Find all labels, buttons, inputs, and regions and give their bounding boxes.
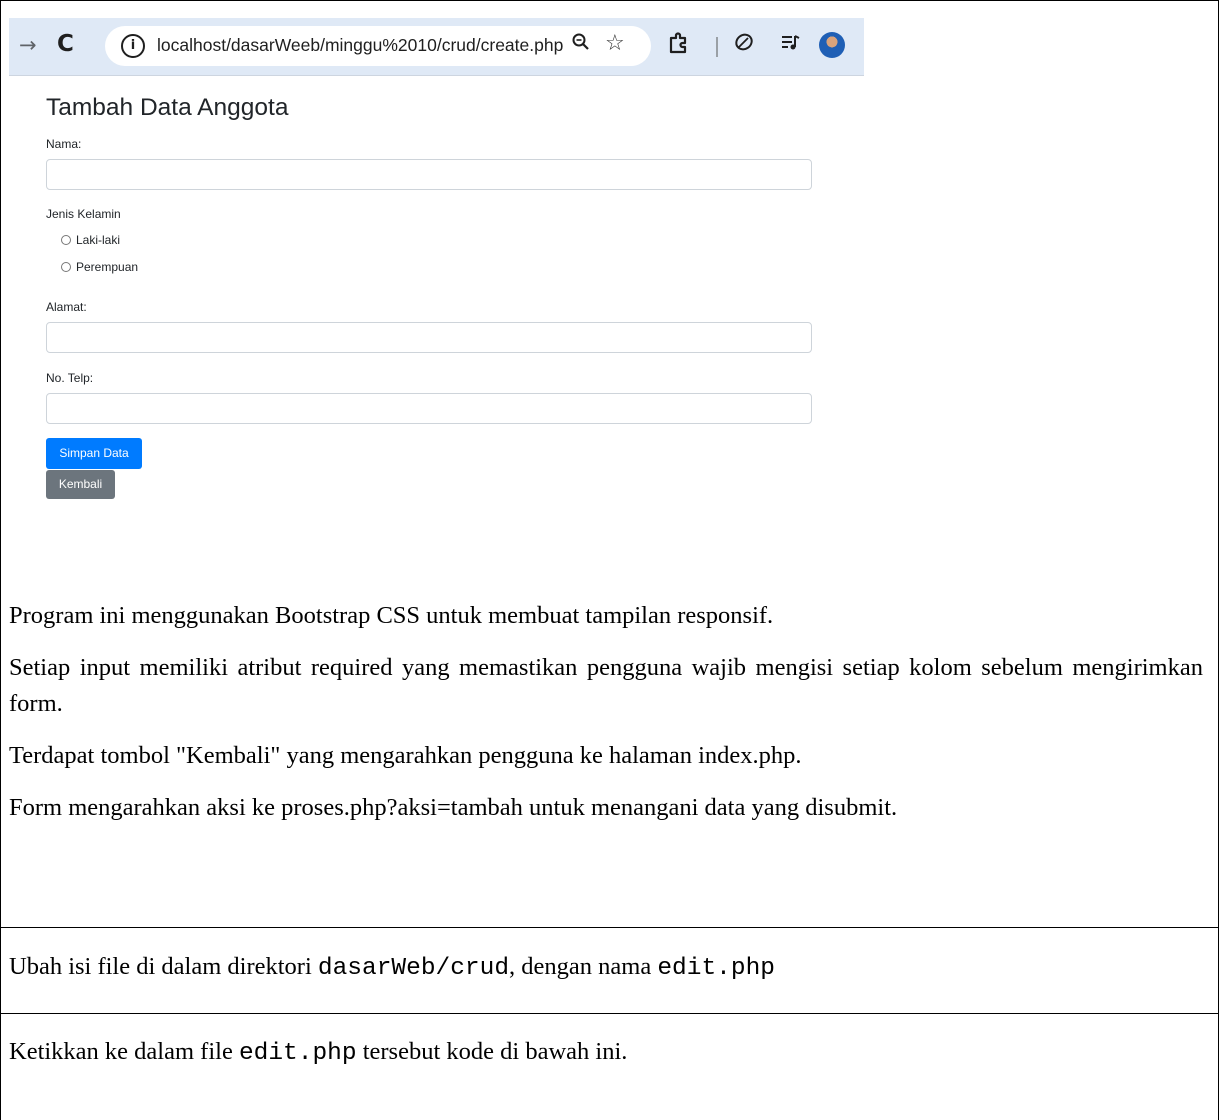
paragraph-required: Setiap input memiliki atribut required y… xyxy=(9,654,1203,717)
radio-label: Perempuan xyxy=(76,260,139,274)
paragraph-kembali: Terdapat tombol "Kembali" yang mengarahk… xyxy=(9,742,802,769)
step-text: Ketikkan ke dalam file xyxy=(9,1038,239,1065)
step-text: tersebut kode di bawah ini. xyxy=(356,1038,628,1065)
save-button[interactable]: Simpan Data xyxy=(46,438,142,469)
url-text[interactable]: localhost/dasarWeeb/minggu%2010/crud/cre… xyxy=(157,35,563,56)
back-button[interactable]: Kembali xyxy=(46,470,115,499)
reload-icon[interactable]: C xyxy=(57,31,74,57)
alamat-label: Alamat: xyxy=(46,300,87,314)
filename-code: edit.php xyxy=(238,1040,357,1067)
info-icon[interactable]: i xyxy=(121,34,145,58)
gender-label: Jenis Kelamin xyxy=(46,207,121,221)
extensions-icon[interactable] xyxy=(667,32,689,60)
step-text: Ubah isi file di dalam direktori xyxy=(9,953,318,980)
table-divider xyxy=(0,1013,1219,1014)
radio-button[interactable] xyxy=(61,235,71,245)
radio-button[interactable] xyxy=(61,262,71,272)
avatar[interactable] xyxy=(819,32,845,58)
radio-label: Laki-laki xyxy=(76,233,121,247)
radio-laki-laki[interactable]: Laki-laki xyxy=(61,233,120,247)
radio-perempuan[interactable]: Perempuan xyxy=(61,260,138,274)
leaf-icon[interactable] xyxy=(733,31,755,59)
telp-label: No. Telp: xyxy=(46,371,94,385)
browser-toolbar: → C i localhost/dasarWeeb/minggu%2010/cr… xyxy=(9,18,864,76)
filename-code: edit.php xyxy=(657,955,775,982)
nama-input[interactable] xyxy=(46,159,812,190)
address-bar[interactable]: i localhost/dasarWeeb/minggu%2010/crud/c… xyxy=(105,26,651,66)
telp-input[interactable] xyxy=(46,393,812,424)
step-type-code: Ketikkan ke dalam file edit.php tersebut… xyxy=(9,1034,1203,1072)
directory-code: dasarWeb/crud xyxy=(317,955,510,982)
table-divider xyxy=(0,927,1219,928)
media-icon[interactable] xyxy=(779,31,801,59)
step-text: , dengan nama xyxy=(509,953,658,980)
zoom-icon[interactable] xyxy=(571,32,591,57)
star-icon[interactable]: ☆ xyxy=(605,31,625,56)
toolbar-separator xyxy=(716,37,718,57)
alamat-input[interactable] xyxy=(46,322,812,353)
paragraph-bootstrap: Program ini menggunakan Bootstrap CSS un… xyxy=(9,602,774,629)
back-icon[interactable]: → xyxy=(19,33,37,57)
nama-label: Nama: xyxy=(46,137,82,151)
paragraph-form-action: Form mengarahkan aksi ke proses.php?aksi… xyxy=(9,794,898,821)
page-title: Tambah Data Anggota xyxy=(46,94,289,121)
browser-screenshot: → C i localhost/dasarWeeb/minggu%2010/cr… xyxy=(9,18,864,508)
step-edit-file: Ubah isi file di dalam direktori dasarWe… xyxy=(9,949,1203,987)
